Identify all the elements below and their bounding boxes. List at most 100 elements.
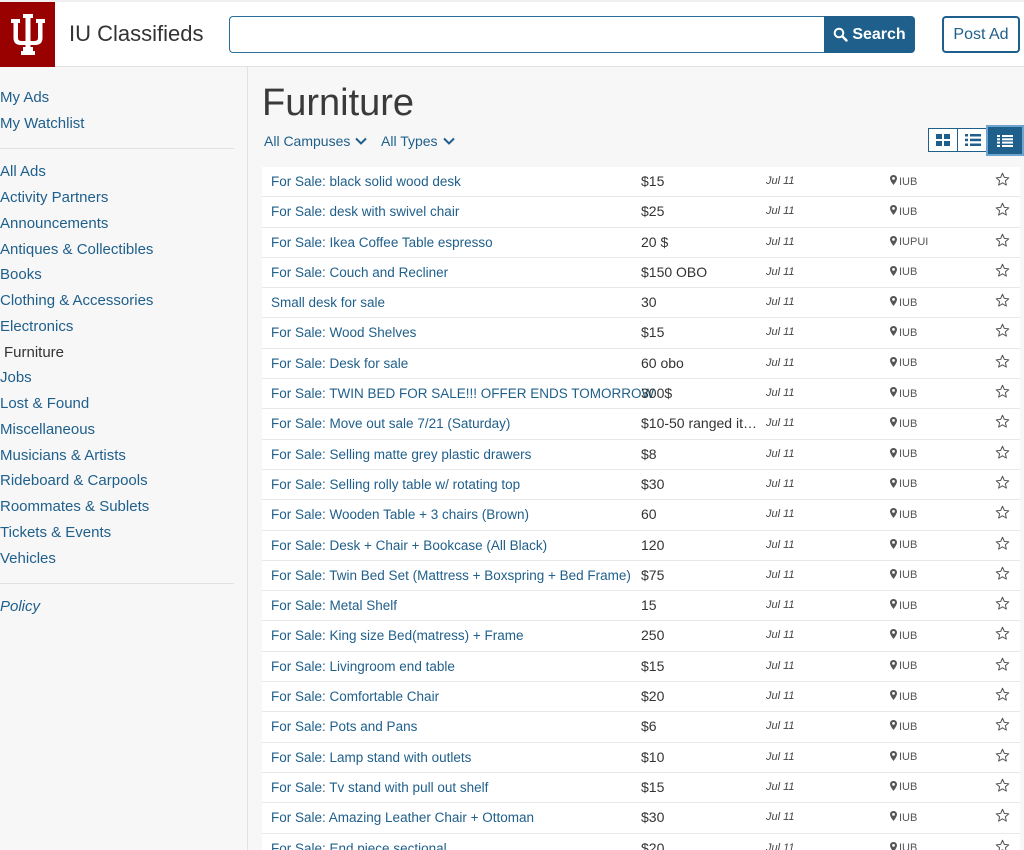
table-row[interactable]: For Sale: Metal Shelf 15 Jul 11 IUB [262,591,1020,622]
watchlist-star-icon[interactable] [995,596,1010,616]
listing-title[interactable]: For Sale: black solid wood desk [271,174,461,189]
header-top-line [0,0,1024,2]
table-row[interactable]: For Sale: TWIN BED FOR SALE!!! OFFER END… [262,379,1020,410]
watchlist-star-icon[interactable] [995,536,1010,556]
watchlist-star-icon[interactable] [995,748,1010,768]
sidebar-item-lost-found[interactable]: Lost & Found [0,395,89,412]
listing-title[interactable]: For Sale: Couch and Recliner [271,265,448,280]
iu-logo[interactable] [0,2,55,67]
listing-title[interactable]: For Sale: Twin Bed Set (Mattress + Boxsp… [271,568,631,583]
table-row[interactable]: For Sale: End piece sectional $20 Jul 11 IU… [262,833,1020,850]
table-row[interactable]: For Sale: Comfortable Chair $20 Jul 11 IUB [262,682,1020,713]
table-row[interactable]: For Sale: black solid wood desk $15 Jul 11… [262,167,1020,198]
table-row[interactable]: For Sale: Pots and Pans $6 Jul 11 IUB [262,712,1020,743]
listing-title[interactable]: For Sale: TWIN BED FOR SALE!!! OFFER END… [271,386,654,401]
sidebar-item-musicians-artists[interactable]: Musicians & Artists [0,447,126,464]
listing-title[interactable]: For Sale: Wooden Table + 3 chairs (Brown… [271,507,529,522]
watchlist-star-icon[interactable] [995,475,1010,495]
sidebar-item-furniture[interactable]: Furniture [4,344,64,361]
filter-campuses-dropdown[interactable]: All Campuses [264,133,368,149]
listing-title[interactable]: For Sale: Selling matte grey plastic dra… [271,447,531,462]
listing-price: 60 obo [641,354,684,371]
watchlist-star-icon[interactable] [995,566,1010,586]
table-row[interactable]: For Sale: Amazing Leather Chair + Ottoma… [262,803,1020,834]
table-row[interactable]: For Sale: Selling rolly table w/ rotatin… [262,469,1020,501]
watchlist-star-icon[interactable] [995,808,1010,828]
post-ad-button[interactable]: Post Ad [942,16,1020,53]
listing-title[interactable]: For Sale: Desk + Chair + Bookcase (All B… [271,538,547,553]
watchlist-star-icon[interactable] [995,414,1010,434]
listing-title[interactable]: For Sale: King size Bed(matress) + Frame [271,628,523,643]
sidebar-item-tickets-events[interactable]: Tickets & Events [0,524,111,541]
watchlist-star-icon[interactable] [995,233,1010,253]
list-view-button[interactable] [958,128,988,152]
table-row[interactable]: For Sale: Couch and Recliner $150 OBO Jul … [262,257,1020,289]
listing-title[interactable]: For Sale: Tv stand with pull out shelf [271,780,488,795]
sidebar-item-my-watchlist[interactable]: My Watchlist [0,115,84,132]
watchlist-star-icon[interactable] [995,717,1010,737]
sidebar-item-rideboard-carpools[interactable]: Rideboard & Carpools [0,472,148,489]
brand-title[interactable]: IU Classifieds [69,21,203,47]
sidebar-item-antiques-collectibles[interactable]: Antiques & Collectibles [0,241,153,258]
watchlist-star-icon[interactable] [995,263,1010,283]
table-row[interactable]: For Sale: Move out sale 7/21 (Saturday) $… [262,409,1020,440]
watchlist-star-icon[interactable] [995,839,1010,850]
table-row[interactable]: For Sale: Ikea Coffee Table espresso 20 $… [262,227,1020,258]
table-row[interactable]: For Sale: Twin Bed Set (Mattress + Boxsp… [262,560,1020,592]
table-row[interactable]: For Sale: desk with swivel chair $25 Jul 1… [262,197,1020,228]
table-row[interactable]: For Sale: Lamp stand with outlets $10 Jul … [262,742,1020,773]
watchlist-star-icon[interactable] [995,626,1010,646]
listing-title[interactable]: For Sale: End piece sectional [271,841,447,850]
watchlist-star-icon[interactable] [995,202,1010,222]
sidebar-item-vehicles[interactable]: Vehicles [0,550,56,567]
watchlist-star-icon[interactable] [995,323,1010,343]
listing-title[interactable]: For Sale: Comfortable Chair [271,689,439,704]
listing-title[interactable]: For Sale: desk with swivel chair [271,204,459,219]
listing-title[interactable]: For Sale: Metal Shelf [271,598,397,613]
table-row[interactable]: For Sale: Livingroom end table $15 Jul 11 I… [262,651,1020,683]
sidebar-item-announcements[interactable]: Announcements [0,215,108,232]
listing-title[interactable]: For Sale: Lamp stand with outlets [271,750,471,765]
table-row[interactable]: For Sale: Desk for sale 60 obo Jul 11 IUB [262,348,1020,380]
listing-title[interactable]: For Sale: Ikea Coffee Table espresso [271,235,493,250]
table-row[interactable]: For Sale: Selling matte grey plastic dra… [262,439,1020,470]
watchlist-star-icon[interactable] [995,445,1010,465]
watchlist-star-icon[interactable] [995,778,1010,798]
sidebar-item-miscellaneous[interactable]: Miscellaneous [0,421,95,438]
table-row[interactable]: For Sale: Desk + Chair + Bookcase (All B… [262,530,1020,561]
watchlist-star-icon[interactable] [995,384,1010,404]
search-input[interactable] [229,16,825,53]
watchlist-star-icon[interactable] [995,505,1010,525]
watchlist-star-icon[interactable] [995,657,1010,677]
sidebar-item-clothing-accessories[interactable]: Clothing & Accessories [0,292,153,309]
search-button[interactable]: Search [824,16,915,53]
table-row[interactable]: Small desk for sale 30 Jul 11 IUB [262,288,1020,319]
sidebar-item-my-ads[interactable]: My Ads [0,89,49,106]
grid-view-button[interactable] [928,128,958,152]
watchlist-star-icon[interactable] [995,354,1010,374]
listing-title[interactable]: For Sale: Desk for sale [271,356,408,371]
table-row[interactable]: For Sale: Tv stand with pull out shelf $1… [262,772,1020,804]
sidebar-item-policy[interactable]: Policy [0,598,40,615]
table-row[interactable]: For Sale: Wood Shelves $15 Jul 11 IUB [262,318,1020,349]
compact-list-view-button[interactable] [988,127,1022,154]
sidebar-item-books[interactable]: Books [0,266,42,283]
sidebar-item-activity-partners[interactable]: Activity Partners [0,189,108,206]
filter-types-dropdown[interactable]: All Types [381,133,455,149]
listing-title[interactable]: For Sale: Move out sale 7/21 (Saturday) [271,416,510,431]
table-row[interactable]: For Sale: King size Bed(matress) + Frame… [262,621,1020,652]
listing-title[interactable]: For Sale: Amazing Leather Chair + Ottoma… [271,810,534,825]
sidebar-item-roommates-sublets[interactable]: Roommates & Sublets [0,498,149,515]
sidebar-item-all-ads[interactable]: All Ads [0,163,46,180]
watchlist-star-icon[interactable] [995,293,1010,313]
watchlist-star-icon[interactable] [995,172,1010,192]
listing-title[interactable]: For Sale: Selling rolly table w/ rotatin… [271,477,520,492]
listing-title[interactable]: For Sale: Livingroom end table [271,659,455,674]
sidebar-item-jobs[interactable]: Jobs [0,369,32,386]
table-row[interactable]: For Sale: Wooden Table + 3 chairs (Brown… [262,500,1020,531]
sidebar-item-electronics[interactable]: Electronics [0,318,73,335]
watchlist-star-icon[interactable] [995,687,1010,707]
listing-title[interactable]: Small desk for sale [271,295,385,310]
listing-title[interactable]: For Sale: Pots and Pans [271,719,417,734]
listing-title[interactable]: For Sale: Wood Shelves [271,325,416,340]
